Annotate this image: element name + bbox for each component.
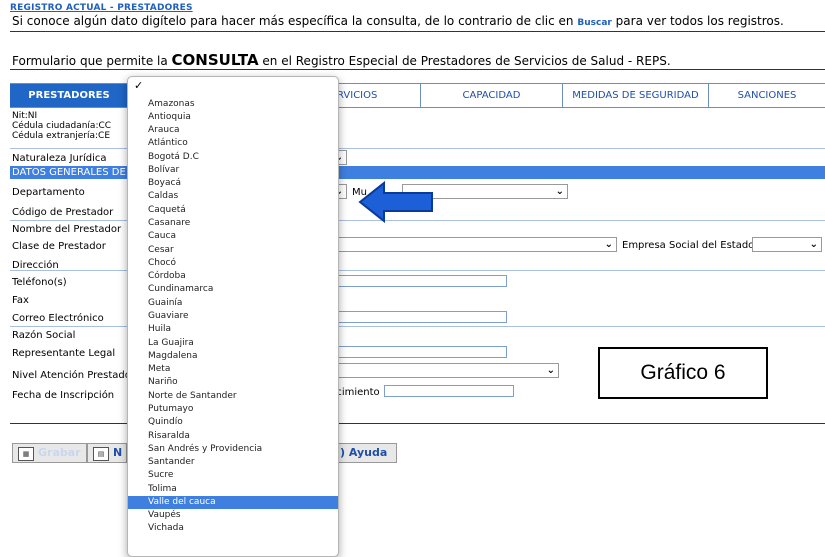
id-type-legend: Nit:NI Cédula ciudadanía:CC Cédula extra… xyxy=(12,111,111,141)
tab-prestadores[interactable]: PRESTADORES xyxy=(10,84,128,107)
label-fecha: Fecha de Inscripción xyxy=(12,390,115,401)
dropdown-option[interactable]: Caquetá xyxy=(128,204,338,217)
dropdown-option[interactable]: Córdoba xyxy=(128,270,338,283)
dropdown-option[interactable]: La Guajira xyxy=(128,337,338,350)
dropdown-option[interactable]: Vaupés xyxy=(128,509,338,522)
empresa-social-select[interactable]: ⌄ xyxy=(752,237,822,252)
chevron-down-icon: ⌄ xyxy=(555,186,564,197)
nivel-select[interactable]: ⌄ xyxy=(337,363,559,378)
dropdown-option[interactable]: Tolima xyxy=(128,483,338,496)
divider xyxy=(10,69,825,70)
ayuda-label: ) Ayuda xyxy=(340,446,388,459)
chevron-down-icon: ⌄ xyxy=(546,365,555,376)
dropdown-option[interactable]: Amazonas xyxy=(128,98,338,111)
dropdown-option[interactable]: Guainía xyxy=(128,297,338,310)
label-nombre: Nombre del Prestador xyxy=(12,224,122,235)
correo-input[interactable] xyxy=(337,311,507,323)
chevron-down-icon: ⌄ xyxy=(809,239,818,250)
tab-medidas-seguridad[interactable]: MEDIDAS DE SEGURIDAD xyxy=(562,84,708,107)
label-razon: Razón Social xyxy=(12,330,76,341)
dropdown-option[interactable]: Bogotá D.C xyxy=(128,151,338,164)
dropdown-option[interactable]: Bolívar xyxy=(128,164,338,177)
label-fax: Fax xyxy=(12,295,29,306)
dropdown-option[interactable]: Huila xyxy=(128,323,338,336)
save-icon: ▦ xyxy=(18,447,34,461)
form-description: Formulario que permite la CONSULTA en el… xyxy=(12,51,671,69)
dropdown-option[interactable]: Boyacá xyxy=(128,177,338,190)
dropdown-option[interactable]: Cesar xyxy=(128,244,338,257)
instruction-before: Si conoce algún dato digítelo para hacer… xyxy=(12,14,574,28)
representante-input[interactable] xyxy=(337,346,507,358)
clase-select[interactable]: ⌄ xyxy=(330,237,617,252)
buscar-link[interactable]: Buscar xyxy=(577,18,611,28)
dropdown-option[interactable]: Chocó xyxy=(128,257,338,270)
label-clase: Clase de Prestador xyxy=(12,241,106,252)
label-departamento: Departamento xyxy=(12,187,85,198)
dropdown-option[interactable]: Magdalena xyxy=(128,350,338,363)
form-bold: CONSULTA xyxy=(171,51,259,69)
dropdown-option[interactable]: Arauca xyxy=(128,124,338,137)
dropdown-option[interactable]: Quindío xyxy=(128,416,338,429)
label-codigo: Código de Prestador xyxy=(12,207,114,218)
pointer-arrow-icon xyxy=(358,180,433,224)
form-prefix: Formulario que permite la xyxy=(12,54,168,68)
dropdown-option[interactable]: San Andrés y Providencia xyxy=(128,443,338,456)
label-empresa-social: Empresa Social del Estado xyxy=(622,240,755,251)
telefonos-input[interactable] xyxy=(337,275,507,287)
instruction-text: Si conoce algún dato digítelo para hacer… xyxy=(12,14,784,28)
instruction-after: para ver todos los registros. xyxy=(615,14,784,28)
label-telefonos: Teléfono(s) xyxy=(12,277,67,288)
form-suffix: en el Registro Especial de Prestadores d… xyxy=(262,54,671,68)
chevron-down-icon: ⌄ xyxy=(604,239,613,250)
label-nivel: Nivel Atención Prestado xyxy=(12,370,131,381)
departamento-dropdown-list[interactable]: ✓ Amazonas Antioquia Arauca Atlántico Bogotá… xyxy=(127,76,339,557)
dropdown-option[interactable]: Atlántico xyxy=(128,137,338,150)
page-title: REGISTRO ACTUAL - PRESTADORES xyxy=(10,3,193,13)
dropdown-option[interactable]: Cundinamarca xyxy=(128,283,338,296)
dropdown-option[interactable]: Casanare xyxy=(128,217,338,230)
id-type-nit: Nit:NI xyxy=(12,111,38,121)
tab-servicios[interactable]: RVICIOS xyxy=(328,84,420,107)
ayuda-button[interactable]: ) Ayuda xyxy=(337,443,397,463)
dropdown-option[interactable]: Meta xyxy=(128,363,338,376)
dropdown-option[interactable]: Santander xyxy=(128,456,338,469)
annotation-box: Gráfico 6 xyxy=(598,347,768,399)
checkmark-icon: ✓ xyxy=(134,79,144,92)
tab-sanciones[interactable]: SANCIONES xyxy=(708,84,825,107)
dropdown-option[interactable]: Caldas xyxy=(128,190,338,203)
id-type-ce: Cédula extranjería:CE xyxy=(12,131,111,141)
dropdown-option[interactable]: Antioquia xyxy=(128,111,338,124)
dropdown-option[interactable]: Putumayo xyxy=(128,403,338,416)
new-icon: ▤ xyxy=(93,447,109,461)
dropdown-option[interactable]: Valle del cauca xyxy=(128,495,338,510)
grabar-label: Grabar xyxy=(38,446,81,459)
divider xyxy=(10,31,825,32)
tab-capacidad[interactable]: CAPACIDAD xyxy=(420,84,562,107)
dropdown-option[interactable]: Nariño xyxy=(128,376,338,389)
label-correo: Correo Electrónico xyxy=(12,313,104,324)
nuevo-button[interactable]: ▤ N xyxy=(87,443,127,463)
vencimiento-input[interactable] xyxy=(384,385,514,397)
label-naturaleza: Naturaleza Jurídica xyxy=(12,153,107,164)
nuevo-label: N xyxy=(113,446,123,459)
id-type-cc: Cédula ciudadanía:CC xyxy=(12,121,112,131)
dropdown-option[interactable]: Sucre xyxy=(128,469,338,482)
dropdown-option[interactable]: Norte de Santander xyxy=(128,390,338,403)
dropdown-option[interactable]: Vichada xyxy=(128,522,338,535)
dropdown-option[interactable]: Risaralda xyxy=(128,430,338,443)
dropdown-option[interactable]: Guaviare xyxy=(128,310,338,323)
dropdown-option[interactable]: Cauca xyxy=(128,230,338,243)
label-representante: Representante Legal xyxy=(12,348,116,359)
grabar-button[interactable]: ▦ Grabar xyxy=(12,443,87,463)
